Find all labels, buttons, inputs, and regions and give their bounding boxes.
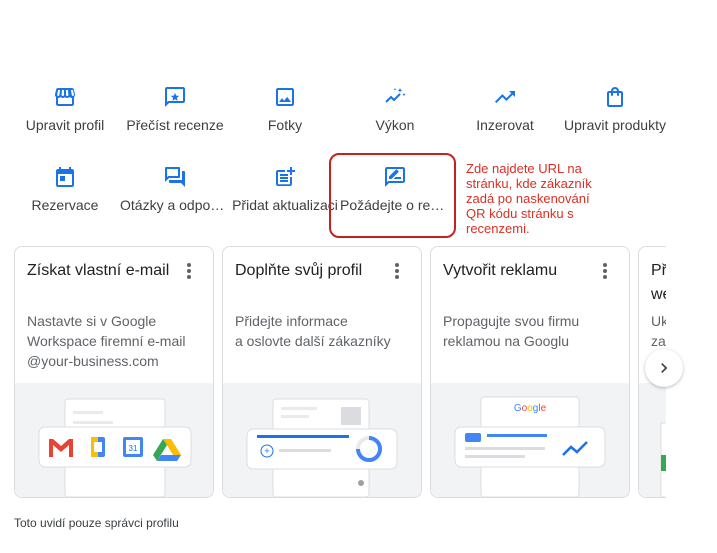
card-description: Přidejte informace a oslovte další zákaz… [235,313,391,349]
shopping-bag-icon [607,87,623,107]
more-vert-icon[interactable] [595,263,615,283]
card-illustration [639,383,666,497]
photo-icon [276,88,294,106]
action-qa[interactable]: Otázky a odpovědi [120,165,230,213]
workspace-illustration: 31 [15,383,213,497]
action-advertise[interactable]: Inzerovat [450,85,560,133]
suggestion-cards: Získat vlastní e-mail Nastavte si v Goog… [14,246,666,498]
footer-note: Toto uvidí pouze správci profilu [14,516,179,530]
card-create-ad[interactable]: Vytvořit reklamu Propagujte svou firmu r… [430,246,630,498]
action-performance[interactable]: Výkon [340,85,450,133]
action-label: Rezervace [31,197,99,213]
storefront-icon [55,88,75,106]
card-custom-email[interactable]: Získat vlastní e-mail Nastavte si v Goog… [14,246,214,498]
review-icon [165,87,185,107]
more-vert-icon[interactable] [179,263,199,283]
card-complete-profile[interactable]: Doplňte svůj profil Přidejte informace a… [222,246,422,498]
action-label: Fotky [267,117,303,133]
highlight-box [329,153,456,238]
more-vert-icon[interactable] [387,263,407,283]
action-label: Otázky a odpovědi [120,197,230,213]
ads-illustration: Google [431,383,629,497]
card-title: Doplňte svůj profil [235,262,363,279]
card-title: Vytvořit reklamu [443,262,558,279]
action-edit-profile[interactable]: Upravit profil [10,85,120,133]
docs-icon [91,437,105,457]
carousel-next-button[interactable] [645,349,683,387]
chevron-right-icon [661,363,668,373]
performance-icon [385,88,406,103]
post-add-icon [276,167,295,186]
card-title: Př we [651,262,666,303]
action-edit-products[interactable]: Upravit produkty [560,85,670,133]
action-label: Upravit profil [25,117,105,133]
card-description: Nastavte si v Google Workspace firemní e… [27,313,186,369]
card-description: Propagujte svou firmu reklamou na Googlu [443,313,580,349]
trending-up-icon [495,91,515,103]
forum-icon [165,167,185,187]
card-description: Uk za [651,313,666,349]
svg-text:+: + [264,446,269,456]
action-label: Upravit produkty [564,117,666,133]
action-bookings[interactable]: Rezervace [10,165,120,213]
card-title: Získat vlastní e-mail [27,262,170,279]
action-photos[interactable]: Fotky [230,85,340,133]
action-add-update[interactable]: Přidat aktualizaci [230,165,340,213]
profile-illustration: + [223,383,421,497]
action-read-reviews[interactable]: Přečíst recenze [120,85,230,133]
annotation-note: Zde najdete URL na stránku, kde zákazník… [466,161,592,236]
action-label: Výkon [375,117,415,133]
calendar-icon [56,167,74,187]
action-label: Přečíst recenze [126,117,224,133]
action-label: Přidat aktualizaci [232,197,338,213]
action-label: Inzerovat [476,117,534,133]
svg-text:31: 31 [129,444,138,453]
calendar-app-icon: 31 [123,437,143,457]
google-logo: Google [514,403,547,414]
